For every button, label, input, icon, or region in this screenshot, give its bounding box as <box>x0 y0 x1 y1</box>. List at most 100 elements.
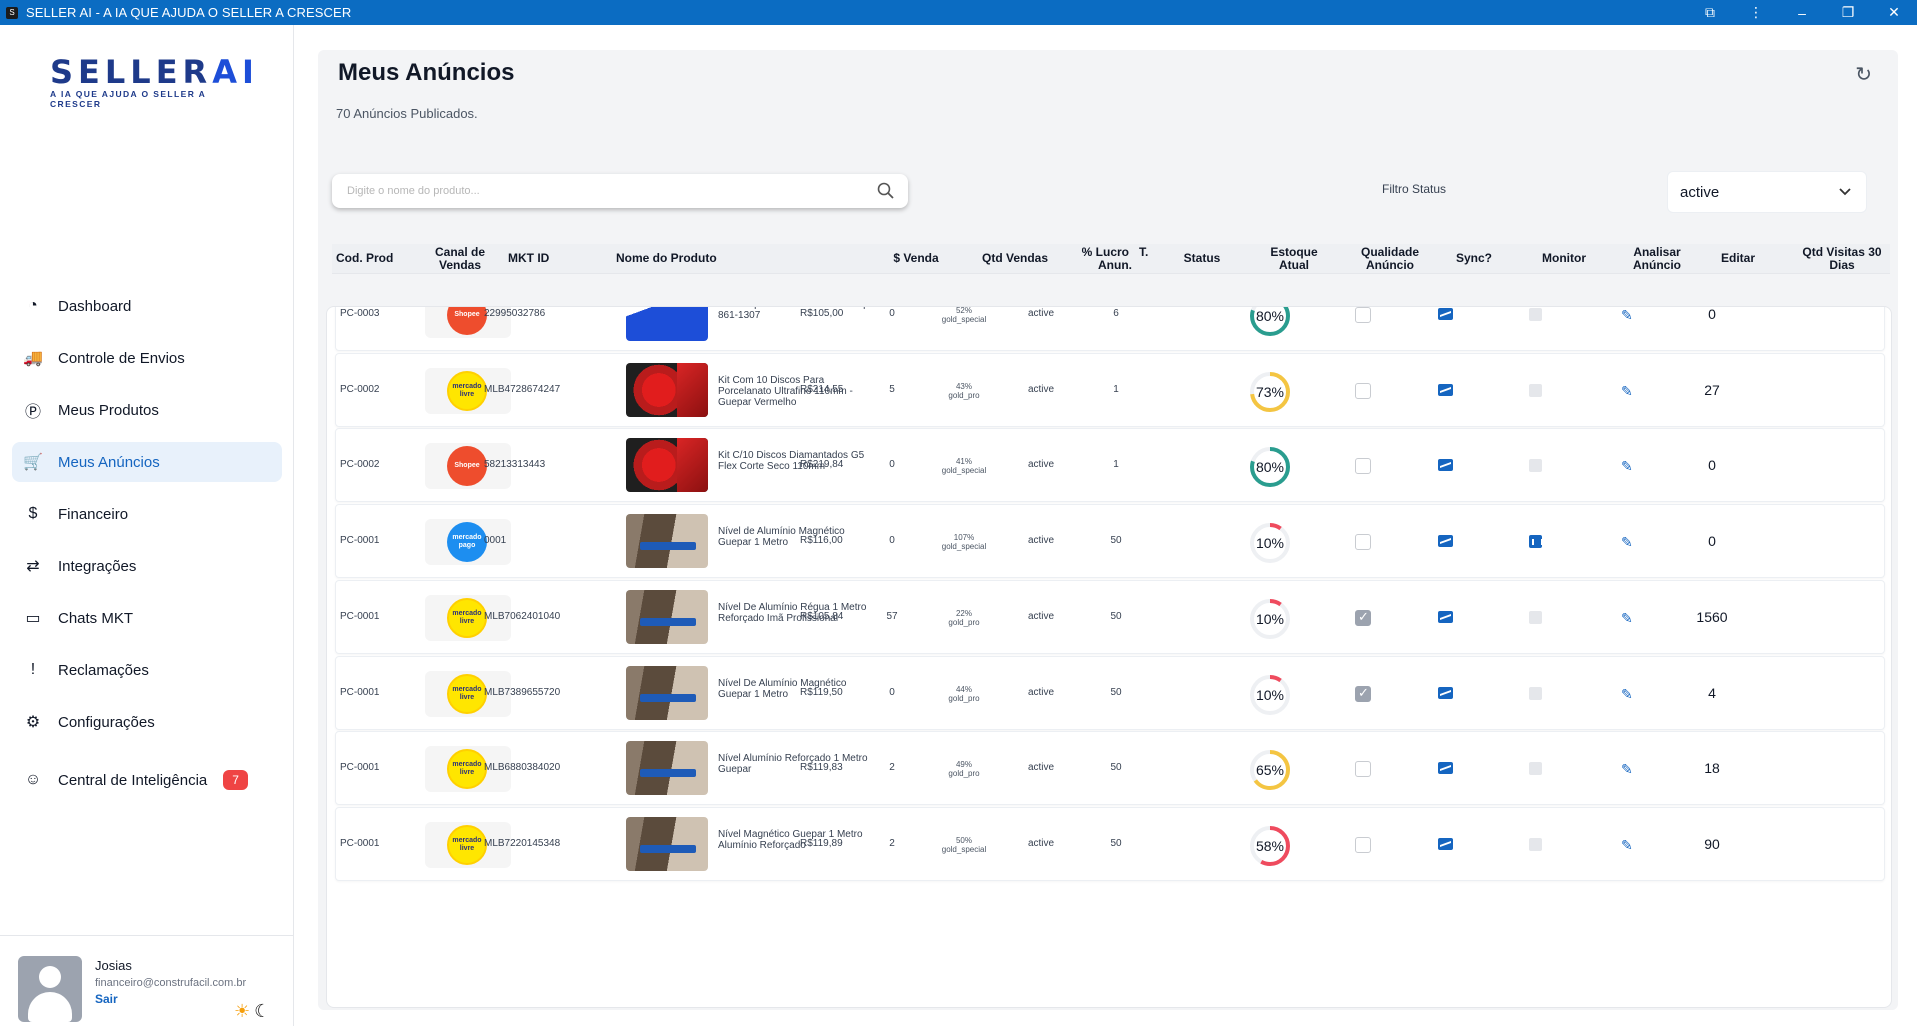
edit-pencil-icon[interactable]: ✎ <box>1621 307 1633 324</box>
sidebar-item-3[interactable]: 🛒 Meus Anúncios <box>12 442 282 482</box>
analyze-icon[interactable] <box>1529 610 1542 624</box>
theme-toggle[interactable]: ☀ ☾ <box>234 1001 270 1022</box>
logout-link[interactable]: Sair <box>95 992 118 1006</box>
tipo-anuncio: gold_special <box>941 542 987 552</box>
th-qtd[interactable]: Qtd Vendas <box>975 252 1055 265</box>
analyze-icon[interactable] <box>1529 308 1542 321</box>
product-thumbnail[interactable] <box>626 362 708 417</box>
th-estoque[interactable]: Estoque Atual <box>1264 246 1324 272</box>
th-mkt[interactable]: MKT ID <box>508 252 568 265</box>
th-status[interactable]: Status <box>1172 252 1232 265</box>
more-vert-icon[interactable]: ⋮ <box>1733 0 1779 25</box>
monitor-chart-icon[interactable] <box>1438 535 1453 548</box>
notification-badge: 7 <box>223 770 248 790</box>
sync-checkbox[interactable] <box>1355 685 1371 702</box>
monitor-chart-icon[interactable] <box>1438 610 1453 623</box>
product-thumbnail[interactable] <box>626 438 708 493</box>
sidebar-item-9[interactable]: ☺ Central de Inteligência 7 <box>12 760 282 800</box>
sidebar-item-7[interactable]: ! Reclamações <box>12 650 282 690</box>
brand-logo[interactable]: SELLERAI A IA QUE AJUDA O SELLER A CRESC… <box>50 53 254 109</box>
edit-pencil-icon[interactable]: ✎ <box>1621 761 1633 778</box>
search-icon[interactable] <box>876 181 896 201</box>
edit-pencil-icon[interactable]: ✎ <box>1621 383 1633 400</box>
analyze-icon[interactable] <box>1529 383 1542 397</box>
sidebar-item-2[interactable]: Ⓟ Meus Produtos <box>12 390 282 430</box>
analyze-icon[interactable] <box>1529 837 1542 851</box>
table-row[interactable]: PC-0002 Shopee 58213313443 Kit C/10 Discos … <box>335 428 1885 503</box>
table-row[interactable]: PC-0001 mercado pago 0001 Nível de Alumínio… <box>335 504 1885 579</box>
table-header: Cod. Prod Canal de Vendas MKT ID Nome do… <box>332 244 1890 274</box>
monitor-chart-icon[interactable] <box>1438 762 1453 775</box>
minimize-button[interactable]: – <box>1779 0 1825 25</box>
sidebar-item-0[interactable]: ◔ Dashboard <box>12 286 282 326</box>
refresh-icon[interactable]: ↻ <box>1855 62 1872 87</box>
sidebar-item-1[interactable]: 🚚 Controle de Envios <box>12 338 282 378</box>
monitor-chart-icon[interactable] <box>1438 837 1453 850</box>
table-row[interactable]: PC-0003 Shopee22995032786 Lona Impermeável… <box>335 307 1885 351</box>
monitor-chart-icon[interactable] <box>1438 383 1453 396</box>
table-row[interactable]: PC-0001 mercado livre MLB7220145348 Nível M… <box>335 806 1885 881</box>
analyze-icon[interactable] <box>1529 535 1543 549</box>
product-thumbnail[interactable] <box>626 589 708 644</box>
th-qualidade[interactable]: Qualidade Anúncio <box>1350 246 1430 272</box>
monitor-chart-icon[interactable] <box>1438 308 1453 320</box>
analyze-icon[interactable] <box>1529 762 1542 776</box>
th-venda[interactable]: $ Venda <box>886 252 946 265</box>
cell-status: active <box>1027 383 1055 395</box>
product-thumbnail[interactable] <box>626 307 708 341</box>
cell-cod: PC-0003 <box>340 308 380 319</box>
sync-checkbox[interactable] <box>1355 609 1371 626</box>
analyze-icon[interactable] <box>1529 686 1542 700</box>
quality-percent: 80% <box>1255 459 1285 476</box>
th-visitas[interactable]: Qtd Visitas 30 Dias <box>1794 246 1890 272</box>
sync-checkbox[interactable] <box>1355 382 1371 399</box>
edit-pencil-icon[interactable]: ✎ <box>1621 610 1633 627</box>
table-row[interactable]: PC-0001 mercado livre MLB6880384020 Nível A… <box>335 731 1885 806</box>
monitor-chart-icon[interactable] <box>1438 686 1453 699</box>
tipo-anuncio: gold_pro <box>948 693 980 703</box>
product-thumbnail[interactable] <box>626 816 708 871</box>
sidebar-item-6[interactable]: ▭ Chats MKT <box>12 598 282 638</box>
cell-qtd-vendas: 5 <box>889 383 895 395</box>
product-thumbnail[interactable] <box>626 741 708 796</box>
sync-checkbox[interactable] <box>1355 761 1371 778</box>
th-editar[interactable]: Editar <box>1708 252 1768 265</box>
th-cod[interactable]: Cod. Prod <box>336 252 398 265</box>
table-row[interactable]: PC-0001 mercado livre MLB7389655720 Nível D… <box>335 655 1885 730</box>
sun-icon[interactable]: ☀ <box>234 1001 250 1022</box>
lucro-percent: 22% <box>955 608 972 618</box>
th-analisar[interactable]: Analisar Anúncio <box>1622 246 1692 272</box>
th-canal[interactable]: Canal de Vendas <box>430 246 490 272</box>
sidebar-item-5[interactable]: ⇄ Integrações <box>12 546 282 586</box>
edit-pencil-icon[interactable]: ✎ <box>1621 686 1633 703</box>
search-input[interactable] <box>332 174 852 208</box>
edit-pencil-icon[interactable]: ✎ <box>1621 534 1633 551</box>
avatar[interactable] <box>18 956 82 1022</box>
sync-checkbox[interactable] <box>1355 836 1371 853</box>
quality-gauge: 58% <box>1246 822 1294 870</box>
monitor-chart-icon[interactable] <box>1438 459 1453 472</box>
product-thumbnail[interactable] <box>626 514 708 569</box>
restore-button[interactable]: ❐ <box>1825 0 1871 25</box>
status-filter-select[interactable]: active <box>1667 171 1867 213</box>
product-thumbnail[interactable] <box>626 665 708 720</box>
edit-pencil-icon[interactable]: ✎ <box>1621 458 1633 475</box>
sync-checkbox[interactable] <box>1355 534 1371 551</box>
sync-checkbox[interactable] <box>1355 307 1371 323</box>
close-button[interactable]: ✕ <box>1871 0 1917 25</box>
th-nome[interactable]: Nome do Produto <box>616 252 766 265</box>
th-monitor[interactable]: Monitor <box>1529 252 1599 265</box>
sidebar-item-8[interactable]: ⚙ Configurações <box>12 702 282 742</box>
th-lucro[interactable]: % Lucro T. Anun. <box>1070 246 1160 272</box>
sidebar-item-4[interactable]: $ Financeiro <box>12 494 282 534</box>
table-row[interactable]: PC-0001 mercado livre MLB7062401040 Nível D… <box>335 579 1885 654</box>
cell-cod: PC-0002 <box>340 383 380 395</box>
analyze-icon[interactable] <box>1529 459 1542 473</box>
cell-status: active <box>1027 762 1055 774</box>
th-sync[interactable]: Sync? <box>1444 252 1504 265</box>
edit-pencil-icon[interactable]: ✎ <box>1621 837 1633 854</box>
extensions-icon[interactable]: ⧉ <box>1687 0 1733 25</box>
moon-icon[interactable]: ☾ <box>254 1001 270 1022</box>
table-row[interactable]: PC-0002 mercado livre MLB4728674247 Kit Com… <box>335 352 1885 427</box>
sync-checkbox[interactable] <box>1355 458 1371 475</box>
